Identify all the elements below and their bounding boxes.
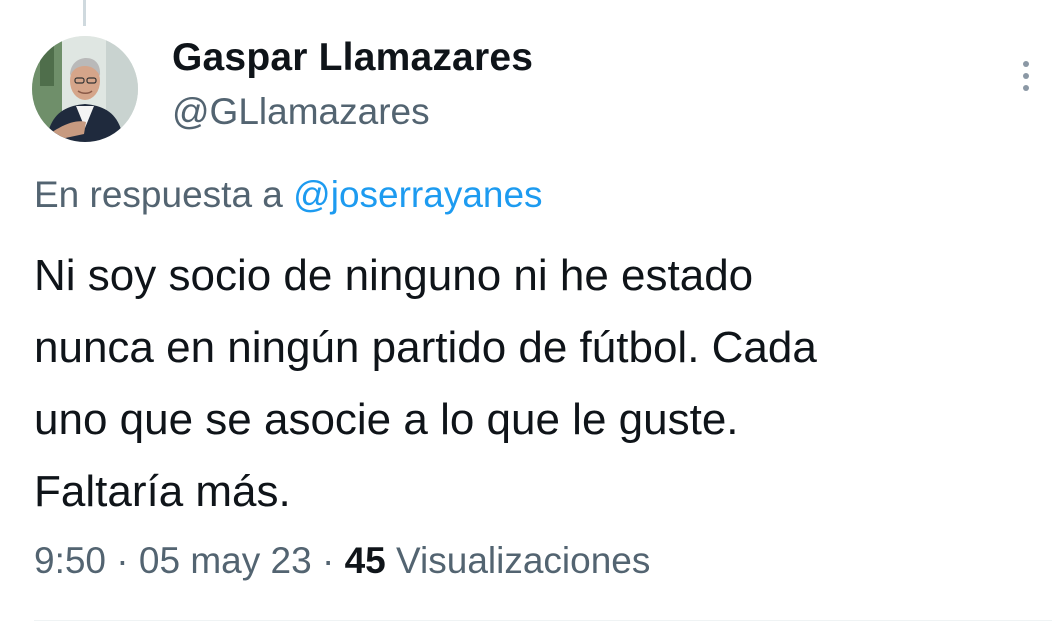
meta-separator: · (311, 540, 345, 581)
avatar[interactable] (32, 36, 138, 142)
views-count: 45 (344, 540, 386, 581)
author-handle[interactable]: @GLlamazares (172, 90, 430, 134)
author-display-name[interactable]: Gaspar Llamazares (172, 36, 533, 80)
reply-prefix: En respuesta a (34, 174, 294, 215)
tweet-text: Ni soy socio de ninguno ni he estado nun… (34, 251, 817, 516)
more-vertical-icon[interactable] (1018, 58, 1034, 98)
avatar-photo-icon (32, 36, 138, 142)
thread-connector-line (83, 0, 86, 26)
reply-to-handle-link[interactable]: @joserrayanes (293, 174, 542, 215)
tweet-time[interactable]: 9:50 (34, 540, 106, 581)
divider (34, 620, 1052, 621)
views-label: Visualizaciones (385, 540, 651, 581)
meta-separator: · (106, 540, 139, 581)
reply-context: En respuesta a @joserrayanes (34, 172, 543, 218)
tweet-meta: 9:50 · 05 may 23 · 45 Visualizaciones (34, 538, 650, 584)
tweet-date[interactable]: 05 may 23 (139, 540, 312, 581)
